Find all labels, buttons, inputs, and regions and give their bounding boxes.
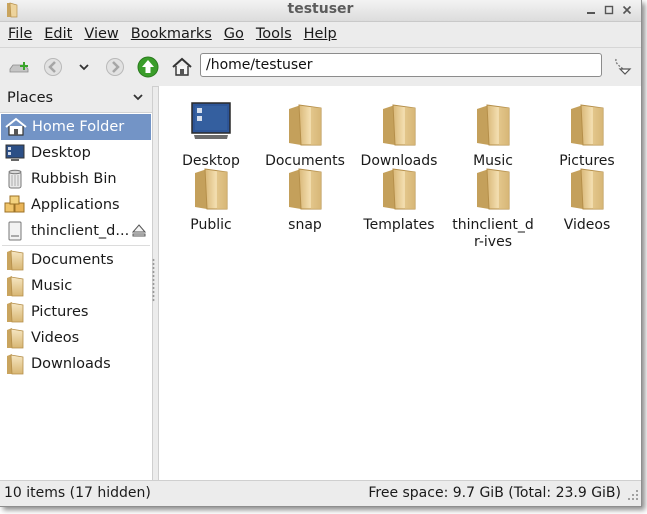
- menu-file[interactable]: File: [2, 26, 38, 42]
- sidebar-item-label: thinclient_d...: [31, 223, 130, 239]
- chevron-down-icon[interactable]: [132, 91, 144, 107]
- file-label: snap: [288, 217, 322, 233]
- maximize-button[interactable]: [601, 3, 617, 17]
- location-input[interactable]: /home/testuser: [200, 53, 602, 77]
- sidebar-item-home-folder[interactable]: Home Folder: [1, 114, 151, 140]
- folder-icon: [195, 168, 228, 210]
- sidebar-item-label: Desktop: [31, 145, 91, 161]
- sidebar-item-label: Pictures: [31, 304, 89, 320]
- folder-icon: [383, 168, 416, 210]
- sidebar-item-thinclient-drives[interactable]: thinclient_d...: [0, 218, 152, 244]
- file-item-public[interactable]: Public: [164, 163, 258, 234]
- home-icon[interactable]: [171, 56, 193, 78]
- file-item-documents[interactable]: Documents: [258, 99, 352, 170]
- folder-icon: [289, 168, 322, 210]
- file-item-snap[interactable]: snap: [258, 163, 352, 234]
- folder-icon: [571, 168, 604, 210]
- home-icon: [5, 116, 27, 138]
- folder-icon: [4, 301, 26, 323]
- applications-icon: [4, 194, 26, 216]
- file-label: Templates: [363, 217, 435, 233]
- sidebar-divider: [2, 245, 150, 246]
- file-label: Public: [190, 217, 232, 233]
- sidebar-item-label: Applications: [31, 197, 120, 213]
- file-item-downloads[interactable]: Downloads: [352, 99, 446, 170]
- file-label: Videos: [563, 217, 611, 233]
- pane-splitter[interactable]: [152, 258, 155, 302]
- desktop-icon: [191, 102, 231, 139]
- minimize-button[interactable]: [583, 3, 599, 17]
- file-label: thinclient_dr-ives: [452, 217, 534, 250]
- file-icon-view[interactable]: Desktop Documents Downloads Music Pictur…: [158, 86, 641, 480]
- sidebar-item-label: Rubbish Bin: [31, 171, 117, 187]
- folder-icon: [4, 353, 26, 375]
- sidebar-item-label: Downloads: [31, 356, 111, 372]
- forward-icon[interactable]: [104, 56, 126, 78]
- folder-icon: [4, 249, 26, 271]
- menu-tools[interactable]: Tools: [250, 26, 298, 42]
- file-manager-window: testuser File Edit View Bookmarks Go Too…: [0, 0, 642, 507]
- sidebar: Places Home Folder Desktop Rubbish Bin A…: [0, 86, 153, 480]
- sidebar-item-documents[interactable]: Documents: [0, 247, 152, 273]
- free-space: Free space: 9.7 GiB (Total: 23.9 GiB): [368, 485, 621, 501]
- sidebar-item-videos[interactable]: Videos: [0, 325, 152, 351]
- folder-icon: [4, 275, 26, 297]
- folder-icon: [477, 168, 510, 210]
- file-item-music[interactable]: Music: [446, 99, 540, 170]
- close-button[interactable]: [619, 3, 635, 17]
- sidebar-item-label: Documents: [31, 252, 114, 268]
- menu-edit[interactable]: Edit: [38, 26, 78, 42]
- sidebar-item-desktop[interactable]: Desktop: [0, 140, 152, 166]
- up-icon[interactable]: [137, 56, 159, 78]
- file-item-templates[interactable]: Templates: [352, 163, 446, 234]
- new-tab-icon[interactable]: [8, 56, 30, 78]
- file-item-desktop[interactable]: Desktop: [164, 99, 258, 170]
- eject-icon[interactable]: [131, 224, 147, 241]
- menu-go[interactable]: Go: [218, 26, 250, 42]
- back-icon[interactable]: [42, 56, 64, 78]
- menu-view[interactable]: View: [78, 26, 124, 42]
- folder-icon: [4, 327, 26, 349]
- folder-icon: [383, 104, 416, 146]
- sidebar-item-label: Videos: [31, 330, 80, 346]
- places-label: Places: [7, 90, 54, 106]
- jump-icon[interactable]: [611, 56, 633, 78]
- window-title: testuser: [287, 1, 354, 17]
- menu-help[interactable]: Help: [298, 26, 343, 42]
- file-item-pictures[interactable]: Pictures: [540, 99, 634, 170]
- resize-grip-icon[interactable]: [627, 489, 639, 505]
- sidebar-item-downloads[interactable]: Downloads: [0, 351, 152, 377]
- desktop-icon: [4, 142, 26, 164]
- file-item-videos[interactable]: Videos: [540, 163, 634, 234]
- sidebar-item-applications[interactable]: Applications: [0, 192, 152, 218]
- status-bar: 10 items (17 hidden) Free space: 9.7 GiB…: [0, 480, 641, 506]
- sidebar-item-label: Music: [31, 278, 73, 294]
- sidebar-item-label: Home Folder: [32, 119, 125, 135]
- folder-icon: [571, 104, 604, 146]
- folder-icon: [289, 104, 322, 146]
- places-header[interactable]: Places: [0, 86, 152, 113]
- file-item-thinclient-drives[interactable]: thinclient_dr-ives: [446, 163, 540, 251]
- toolbar: /home/testuser: [0, 47, 641, 87]
- sidebar-item-pictures[interactable]: Pictures: [0, 299, 152, 325]
- trash-icon: [4, 168, 26, 190]
- folder-icon: [477, 104, 510, 146]
- sidebar-item-rubbish-bin[interactable]: Rubbish Bin: [0, 166, 152, 192]
- menu-bar: File Edit View Bookmarks Go Tools Help: [0, 22, 641, 46]
- title-bar[interactable]: testuser: [0, 0, 641, 22]
- item-count: 10 items (17 hidden): [4, 485, 151, 501]
- sidebar-item-music[interactable]: Music: [0, 273, 152, 299]
- drive-icon: [4, 220, 26, 242]
- menu-bookmarks[interactable]: Bookmarks: [125, 26, 218, 42]
- history-dropdown-icon[interactable]: [73, 56, 95, 78]
